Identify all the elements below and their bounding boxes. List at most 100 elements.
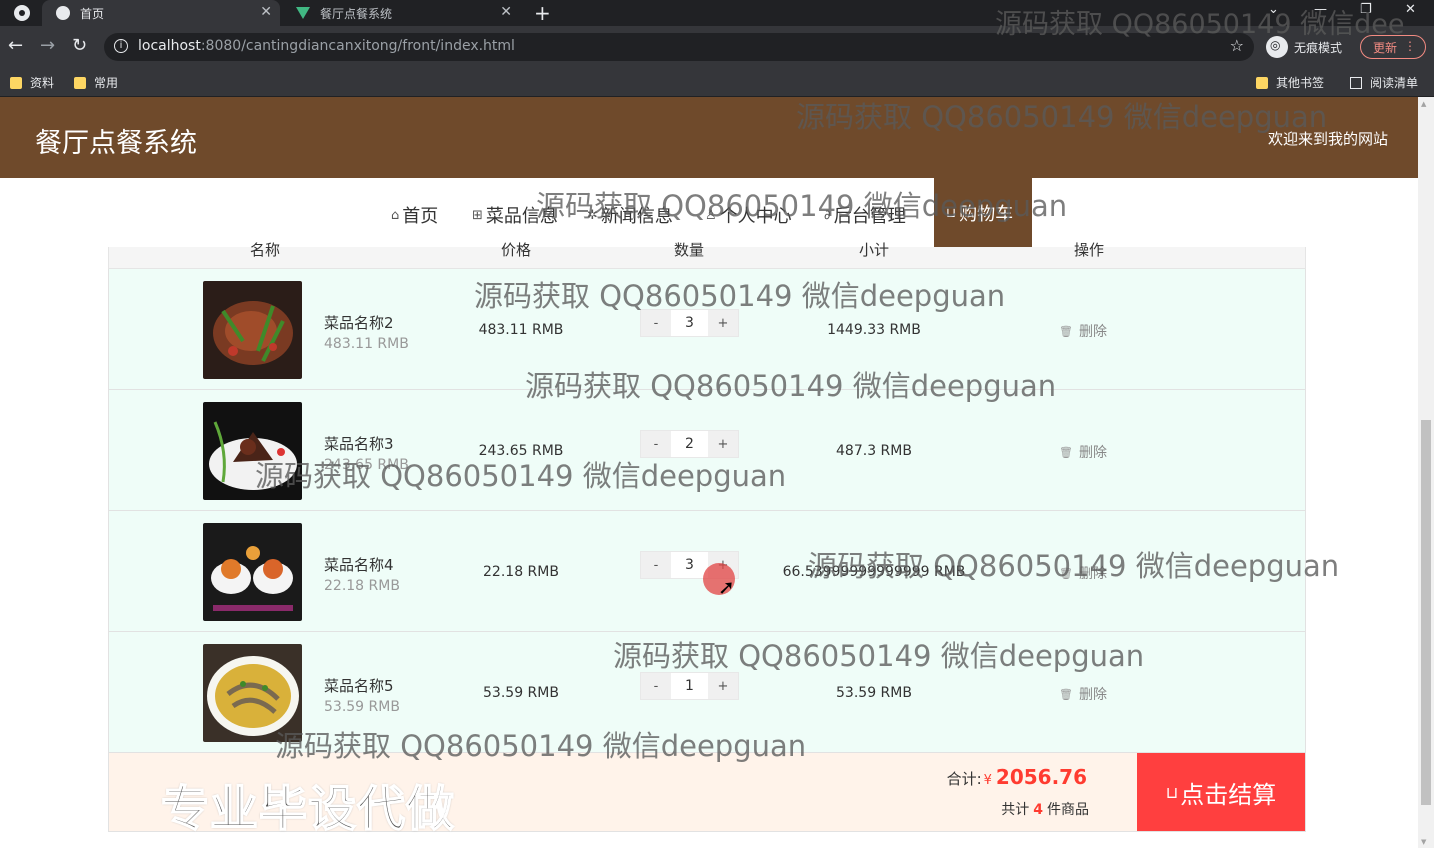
bookmark-label: 其他书签 [1276, 76, 1325, 90]
scroll-up-icon[interactable]: ▲ [1421, 100, 1426, 108]
dish-subtotal: 487.3 RMB [836, 443, 912, 459]
bookmark-label: 资料 [30, 76, 55, 90]
new-tab-button[interactable]: + [534, 1, 551, 25]
trash-icon: 🗑 [1059, 324, 1073, 338]
bookmark-folder[interactable]: 常用 [74, 74, 118, 91]
nav-home[interactable]: ⌂ 首页 [391, 202, 438, 228]
vue-icon [296, 7, 310, 19]
col-action: 操作 [1073, 241, 1105, 259]
restore-button[interactable]: ❐ [1360, 2, 1372, 17]
info-icon[interactable]: i [114, 39, 128, 53]
reload-icon[interactable]: ↻ [72, 35, 87, 56]
quantity-value[interactable]: 1 [671, 673, 708, 699]
bookmark-star-icon[interactable]: ☆ [1230, 36, 1244, 55]
delete-button[interactable]: 🗑 删除 [1059, 442, 1107, 462]
close-tab-icon[interactable]: ✕ [260, 4, 272, 20]
minimize-button[interactable]: — [1314, 2, 1327, 17]
globe-icon [56, 6, 70, 20]
welcome-text: 欢迎来到我的网站 [1267, 130, 1388, 148]
dish-price: 243.65 RMB [478, 443, 564, 459]
close-window-button[interactable]: ✕ [1405, 2, 1416, 17]
decrease-button[interactable]: - [641, 673, 671, 699]
dish-subtotal: 66.53999999999999 RMB [782, 564, 966, 580]
close-tab-icon[interactable]: ✕ [500, 4, 512, 20]
nav-admin[interactable]: ∂ 后台管理 [824, 202, 906, 228]
col-name: 名称 [249, 241, 281, 259]
dish-unit-price: 53.59 RMB [324, 699, 400, 715]
quantity-stepper: - 1 + [640, 672, 739, 700]
nav-profile[interactable]: ♙ 个人中心 [705, 202, 792, 228]
scrollbar-thumb[interactable] [1421, 420, 1431, 805]
dish-unit-price: 483.11 RMB [324, 336, 409, 352]
other-bookmarks[interactable]: 其他书签 [1256, 74, 1324, 91]
incognito-indicator[interactable]: 无痕模式 [1266, 35, 1342, 59]
increase-button[interactable]: + [708, 431, 738, 457]
item-count-line: 共计 4 件商品 [1001, 799, 1089, 819]
page-viewport: 餐厅点餐系统 欢迎来到我的网站 ⌂ 首页 ⊞ 菜品信息 ✲ 新闻信息 ♙ 个人中… [0, 97, 1418, 848]
total-line: 合计: ¥ 2056.76 [947, 765, 1087, 789]
tab-title: 餐厅点餐系统 [320, 6, 393, 21]
url-bar[interactable]: i localhost:8080/cantingdiancanxitong/fr… [104, 33, 1254, 61]
quantity-value[interactable]: 3 [671, 552, 708, 578]
nav-dishes[interactable]: ⊞ 菜品信息 [472, 202, 558, 228]
incognito-icon [1266, 36, 1288, 58]
bookmark-label: 常用 [94, 76, 119, 90]
nav-label: 菜品信息 [485, 206, 558, 227]
site-title: 餐厅点餐系统 [35, 128, 197, 159]
dish-unit-price: 243.65 RMB [324, 457, 409, 473]
update-button[interactable]: 更新 ⋮ [1360, 35, 1426, 59]
gear-icon: ✲ [587, 207, 598, 223]
tab-home[interactable]: 首页 ✕ [42, 0, 280, 26]
checkout-label: 点击结算 [1180, 780, 1277, 809]
scroll-down-icon[interactable]: ▼ [1421, 838, 1426, 846]
tab-restaurant[interactable]: 餐厅点餐系统 ✕ [284, 0, 520, 26]
folder-icon [1256, 76, 1268, 89]
url-host: localhost [138, 38, 201, 54]
url-path: :8080/cantingdiancanxitong/front/index.h… [200, 38, 515, 54]
col-qty: 数量 [673, 241, 705, 259]
nav-cart[interactable]: ⊔ 购物车 [934, 178, 1032, 248]
delete-button[interactable]: 🗑 删除 [1059, 563, 1107, 583]
cart-icon: ⊔ [946, 205, 957, 221]
count-suffix: 件商品 [1047, 802, 1089, 818]
dish-subtotal: 1449.33 RMB [827, 322, 921, 338]
back-icon[interactable]: ← [8, 35, 23, 56]
browser-tab-bar: 首页 ✕ 餐厅点餐系统 ✕ + ⌄ — ❐ ✕ [0, 0, 1434, 26]
dish-image [203, 523, 302, 621]
link-icon: ∂ [824, 207, 831, 223]
reading-list[interactable]: 阅读清单 [1350, 74, 1418, 91]
dish-name: 菜品名称2 [324, 314, 394, 332]
quantity-value[interactable]: 3 [671, 310, 708, 336]
increase-button[interactable]: + [708, 310, 738, 336]
cart-icon: ⊔ [1165, 782, 1179, 802]
decrease-button[interactable]: - [641, 431, 671, 457]
cart-row: 菜品名称3 243.65 RMB 243.65 RMB - 2 + 487.3 … [108, 390, 1306, 511]
checkout-button[interactable]: ⊔ 点击结算 [1137, 753, 1305, 831]
trash-icon: 🗑 [1059, 687, 1073, 701]
bookmark-folder[interactable]: 资料 [10, 74, 54, 91]
dish-price: 53.59 RMB [483, 685, 559, 701]
delete-button[interactable]: 🗑 删除 [1059, 321, 1107, 341]
chevron-down-icon[interactable]: ⌄ [1268, 2, 1279, 17]
gift-icon: ⊞ [472, 207, 483, 223]
cart-row: 菜品名称2 483.11 RMB 483.11 RMB - 3 + 1449.3… [108, 269, 1306, 390]
col-subtotal: 小计 [858, 241, 890, 259]
quantity-stepper: - 2 + [640, 430, 739, 458]
dish-subtotal: 53.59 RMB [836, 685, 912, 701]
dish-unit-price: 22.18 RMB [324, 578, 400, 594]
total-label: 合计: [946, 770, 982, 788]
increase-button[interactable]: + [708, 673, 738, 699]
home-icon: ⌂ [391, 207, 400, 223]
nav-label: 个人中心 [719, 206, 792, 227]
folder-icon [74, 76, 86, 89]
folder-icon [10, 76, 22, 89]
decrease-button[interactable]: - [641, 552, 671, 578]
more-menu-icon[interactable]: ⋮ [1404, 39, 1416, 53]
quantity-value[interactable]: 2 [671, 431, 708, 457]
nav-news[interactable]: ✲ 新闻信息 [587, 202, 673, 228]
delete-button[interactable]: 🗑 删除 [1059, 684, 1107, 704]
nav-label: 新闻信息 [600, 206, 673, 227]
decrease-button[interactable]: - [641, 310, 671, 336]
reading-list-icon [1350, 76, 1362, 89]
forward-icon[interactable]: → [40, 35, 55, 56]
